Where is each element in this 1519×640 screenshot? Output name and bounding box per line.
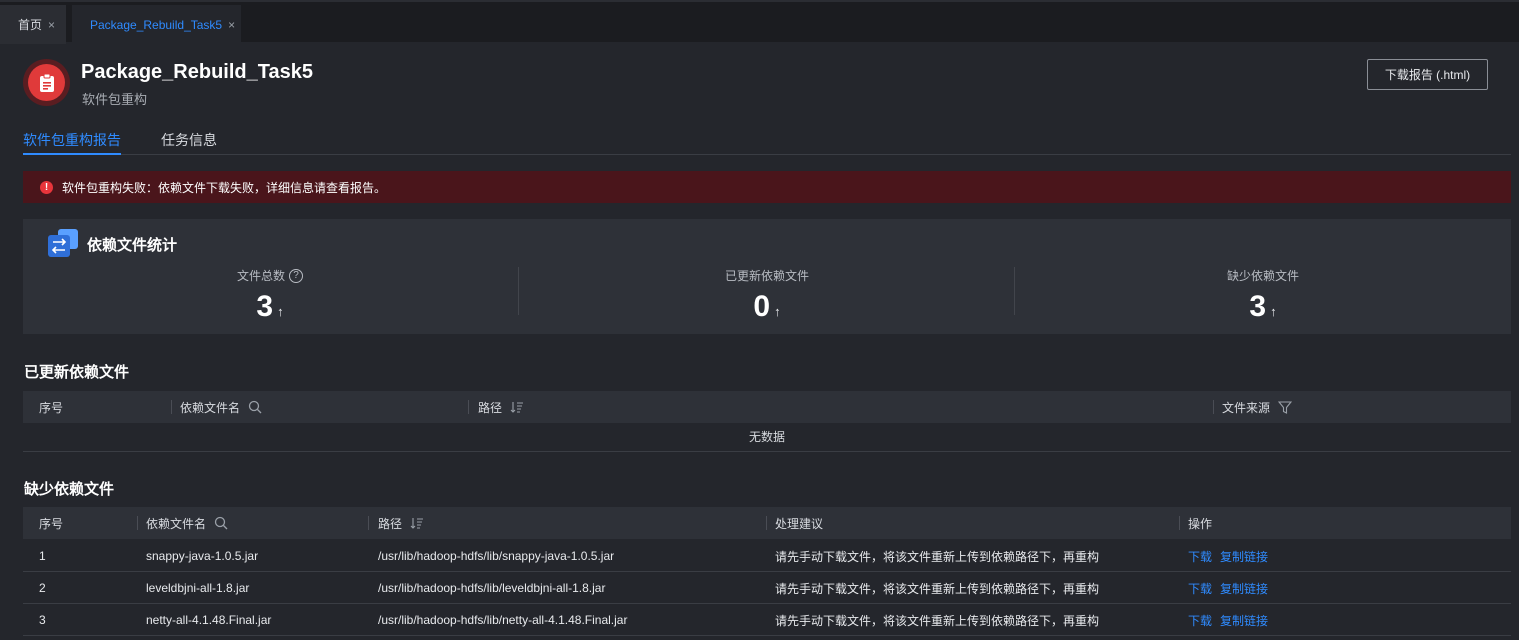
sort-arrow-icon[interactable]: ↑ [277, 304, 284, 319]
column-header-index: 序号 [39, 516, 64, 531]
column-separator [468, 400, 469, 414]
tab-bar: 首页 × Package_Rebuild_Task5 × [0, 0, 1519, 44]
column-separator [368, 516, 369, 530]
column-header-advice: 处理建议 [775, 516, 824, 531]
row-index: 3 [39, 613, 46, 627]
row-index: 1 [39, 549, 46, 563]
tab-package-rebuild[interactable]: Package_Rebuild_Task5 × [72, 5, 241, 44]
column-separator [137, 516, 138, 530]
stat-total-files: 文件总数 ? 3 ↑ [70, 267, 470, 324]
column-header-filename-label: 依赖文件名 [180, 400, 241, 415]
column-header-path: 路径 [378, 507, 424, 539]
row-actions: 下载 复制链接 [1188, 572, 1276, 604]
stats-title: 依赖文件统计 [87, 237, 178, 254]
search-icon[interactable] [248, 400, 262, 414]
column-header-source: 文件来源 [1222, 391, 1293, 423]
row-actions: 下载 复制链接 [1188, 540, 1276, 572]
stat-total-value: 3 [256, 290, 274, 323]
stat-missing-value: 3 [1249, 290, 1267, 323]
page-subtitle: 软件包重构 [82, 92, 148, 107]
sort-icon[interactable] [410, 517, 424, 529]
copy-link-link[interactable]: 复制链接 [1220, 580, 1268, 597]
row-advice: 请先手动下载文件，将该文件重新上传到依赖路径下，再重构 [775, 581, 1100, 596]
help-icon[interactable]: ? [289, 268, 303, 283]
table-row: 3 netty-all-4.1.48.Final.jar /usr/lib/ha… [23, 604, 1511, 636]
column-separator [766, 516, 767, 530]
empty-table-message: 无数据 [23, 423, 1511, 452]
row-advice: 请先手动下载文件，将该文件重新上传到依赖路径下，再重构 [775, 549, 1100, 564]
tab-home[interactable]: 首页 × [0, 5, 66, 44]
clipboard-icon [28, 64, 65, 101]
column-header-actions: 操作 [1188, 516, 1213, 531]
updated-table-header: 序号 依赖文件名 路径 文件来源 [23, 391, 1511, 423]
copy-link-link[interactable]: 复制链接 [1220, 612, 1268, 629]
row-path: /usr/lib/hadoop-hdfs/lib/netty-all-4.1.4… [378, 613, 628, 627]
row-path: /usr/lib/hadoop-hdfs/lib/snappy-java-1.0… [378, 549, 615, 563]
stat-missing-files: 缺少依赖文件 3 ↑ [1063, 267, 1463, 324]
filter-icon[interactable] [1278, 400, 1293, 414]
column-header-filename: 依赖文件名 [180, 391, 262, 423]
error-alert-text: 软件包重构失败：依赖文件下载失败，详细信息请查看报告。 [62, 180, 387, 195]
download-link[interactable]: 下载 [1188, 548, 1212, 565]
row-filename: snappy-java-1.0.5.jar [146, 549, 259, 563]
download-report-button[interactable]: 下载报告 (.html) [1367, 59, 1488, 90]
column-header-source-label: 文件来源 [1222, 400, 1271, 415]
updated-section-title: 已更新依赖文件 [24, 364, 130, 381]
close-icon[interactable]: × [48, 18, 55, 32]
row-filename: leveldbjni-all-1.8.jar [146, 581, 250, 595]
task-status-badge [23, 59, 70, 106]
search-icon[interactable] [214, 516, 228, 530]
copy-link-link[interactable]: 复制链接 [1220, 548, 1268, 565]
dependency-stats-panel: 依赖文件统计 文件总数 ? 3 ↑ 已更新依赖文件 0 ↑ 缺少依赖文件 3 ↑ [23, 219, 1511, 334]
divider [1014, 267, 1015, 315]
column-header-index: 序号 [39, 400, 64, 415]
sort-arrow-icon[interactable]: ↑ [1270, 304, 1277, 319]
sort-arrow-icon[interactable]: ↑ [774, 304, 781, 319]
stat-updated-files: 已更新依赖文件 0 ↑ [567, 267, 967, 324]
column-separator [1213, 400, 1214, 414]
row-filename: netty-all-4.1.48.Final.jar [146, 613, 272, 627]
table-row: 2 leveldbjni-all-1.8.jar /usr/lib/hadoop… [23, 572, 1511, 604]
tab-task-info[interactable]: 任务信息 [161, 130, 217, 150]
row-path: /usr/lib/hadoop-hdfs/lib/leveldbjni-all-… [378, 581, 606, 595]
stat-updated-label: 已更新依赖文件 [724, 269, 809, 283]
download-link[interactable]: 下载 [1188, 580, 1212, 597]
error-alert: ! 软件包重构失败：依赖文件下载失败，详细信息请查看报告。 [23, 171, 1511, 203]
row-index: 2 [39, 581, 46, 595]
row-advice: 请先手动下载文件，将该文件重新上传到依赖路径下，再重构 [775, 613, 1100, 628]
column-header-path-label: 路径 [378, 516, 403, 531]
tab-home-label: 首页 [18, 18, 43, 32]
row-actions: 下载 复制链接 [1188, 604, 1276, 636]
tab-rebuild-report[interactable]: 软件包重构报告 [23, 130, 121, 150]
error-icon: ! [40, 180, 53, 194]
swap-icon [48, 229, 78, 259]
stat-missing-label: 缺少依赖文件 [1226, 269, 1299, 283]
stat-total-label: 文件总数 [236, 269, 285, 283]
missing-table-header: 序号 依赖文件名 路径 处理建议 操作 [23, 507, 1511, 539]
close-icon[interactable]: × [228, 18, 235, 32]
active-tab-indicator [23, 153, 121, 155]
column-separator [171, 400, 172, 414]
download-link[interactable]: 下载 [1188, 612, 1212, 629]
missing-section-title: 缺少依赖文件 [24, 481, 115, 498]
column-header-path: 路径 [478, 391, 524, 423]
column-header-filename: 依赖文件名 [146, 507, 228, 539]
stat-updated-value: 0 [753, 290, 771, 323]
page-title: Package_Rebuild_Task5 [81, 61, 313, 83]
report-tabs: 软件包重构报告 任务信息 [23, 122, 1511, 155]
sort-icon[interactable] [510, 401, 524, 413]
column-separator [1179, 516, 1180, 530]
divider [518, 267, 519, 315]
column-header-filename-label: 依赖文件名 [146, 516, 207, 531]
column-header-path-label: 路径 [478, 400, 503, 415]
table-row: 1 snappy-java-1.0.5.jar /usr/lib/hadoop-… [23, 540, 1511, 572]
tab-package-rebuild-label: Package_Rebuild_Task5 [90, 17, 223, 32]
